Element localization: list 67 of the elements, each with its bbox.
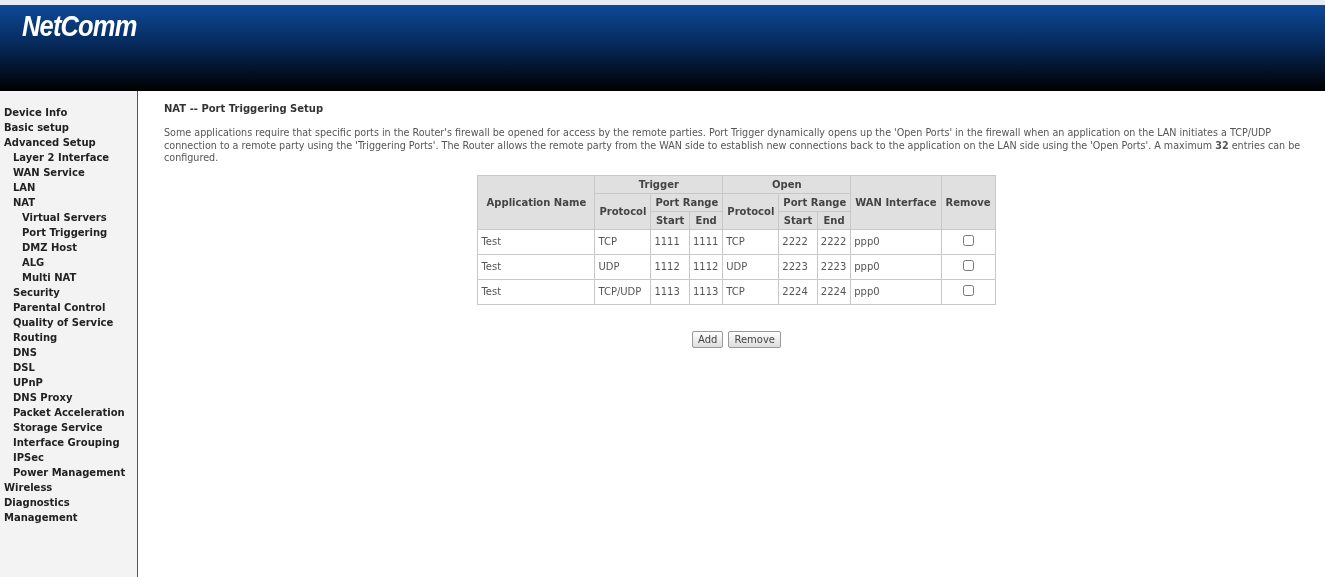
- table-cell: Test: [477, 279, 595, 304]
- table-cell: 2222: [817, 229, 851, 254]
- table-cell: 2223: [817, 254, 851, 279]
- table-cell: TCP: [722, 229, 779, 254]
- sidebar-item[interactable]: Wireless: [0, 480, 137, 495]
- remove-button[interactable]: Remove: [728, 330, 781, 348]
- table-cell: 1113: [650, 279, 690, 304]
- sidebar-item[interactable]: ALG: [0, 255, 137, 270]
- sidebar-item[interactable]: Advanced Setup: [0, 135, 137, 150]
- sidebar-item[interactable]: Multi NAT: [0, 270, 137, 285]
- table-cell: TCP: [594, 229, 651, 254]
- sidebar-item[interactable]: LAN: [0, 180, 137, 195]
- column-header: WAN Interface: [850, 175, 942, 229]
- sidebar-item[interactable]: Diagnostics: [0, 495, 137, 510]
- sidebar-item[interactable]: IPSec: [0, 450, 137, 465]
- add-button[interactable]: Add: [692, 330, 724, 348]
- table-cell: 1111: [650, 229, 690, 254]
- sidebar-item[interactable]: Quality of Service: [0, 315, 137, 330]
- table-cell: 1111: [689, 229, 723, 254]
- column-header: Protocol: [722, 193, 779, 229]
- sidebar-item[interactable]: NAT: [0, 195, 137, 210]
- table-cell: 1112: [650, 254, 690, 279]
- sidebar-item[interactable]: Management: [0, 510, 137, 525]
- column-header: Open: [722, 175, 851, 193]
- sidebar-item[interactable]: Storage Service: [0, 420, 137, 435]
- sidebar-item[interactable]: DNS: [0, 345, 137, 360]
- logo: NetComm: [22, 9, 137, 43]
- table-cell: TCP/UDP: [594, 279, 651, 304]
- table-cell: UDP: [594, 254, 651, 279]
- table-cell: ppp0: [850, 229, 942, 254]
- table-cell: UDP: [722, 254, 779, 279]
- table-cell: 2224: [778, 279, 818, 304]
- sidebar-item[interactable]: Virtual Servers: [0, 210, 137, 225]
- column-header: Remove: [941, 175, 996, 229]
- column-header: Trigger: [594, 175, 723, 193]
- sidebar-item[interactable]: UPnP: [0, 375, 137, 390]
- sidebar-item[interactable]: Port Triggering: [0, 225, 137, 240]
- description: Some applications require that specific ports in the Router's firewall be opened for access by the remote parties. Port Trigger dynamically opens up the 'Open Ports' in the firewall when an application on the LAN initiates a TCP/UDP connection to a remote party using the 'Triggering Ports'. The Router allows the remote party from the WAN side to establish new connections back to the application on the LAN side using the 'Open Ports'. A maximum 32 entries can be configured.: [164, 127, 1302, 165]
- remove-checkbox[interactable]: [962, 285, 974, 296]
- remove-checkbox[interactable]: [962, 260, 974, 271]
- remove-checkbox[interactable]: [962, 235, 974, 246]
- sidebar-item[interactable]: Device Info: [0, 105, 137, 120]
- sidebar-item[interactable]: Security: [0, 285, 137, 300]
- sidebar-item[interactable]: Packet Acceleration: [0, 405, 137, 420]
- column-header: Application Name: [477, 175, 595, 229]
- table-cell: Test: [477, 254, 595, 279]
- table-cell: Test: [477, 229, 595, 254]
- sidebar-item[interactable]: Parental Control: [0, 300, 137, 315]
- sidebar-item[interactable]: Basic setup: [0, 120, 137, 135]
- sidebar-item[interactable]: DMZ Host: [0, 240, 137, 255]
- table-cell: TCP: [722, 279, 779, 304]
- sidebar-item[interactable]: WAN Service: [0, 165, 137, 180]
- sidebar-item[interactable]: Routing: [0, 330, 137, 345]
- table-cell: ppp0: [850, 254, 942, 279]
- sidebar-item[interactable]: DNS Proxy: [0, 390, 137, 405]
- sidebar-item[interactable]: Power Management: [0, 465, 137, 480]
- column-header: Protocol: [594, 193, 651, 229]
- sidebar-item[interactable]: Interface Grouping: [0, 435, 137, 450]
- table-cell: 2224: [817, 279, 851, 304]
- table-cell: ppp0: [850, 279, 942, 304]
- table-cell: 1113: [689, 279, 723, 304]
- table-cell: 2223: [778, 254, 818, 279]
- sidebar-item[interactable]: Layer 2 Interface: [0, 150, 137, 165]
- page-title: NAT -- Port Triggering Setup: [164, 103, 325, 114]
- table-cell: 1112: [689, 254, 723, 279]
- table-cell: 2222: [778, 229, 818, 254]
- sidebar-item[interactable]: DSL: [0, 360, 137, 375]
